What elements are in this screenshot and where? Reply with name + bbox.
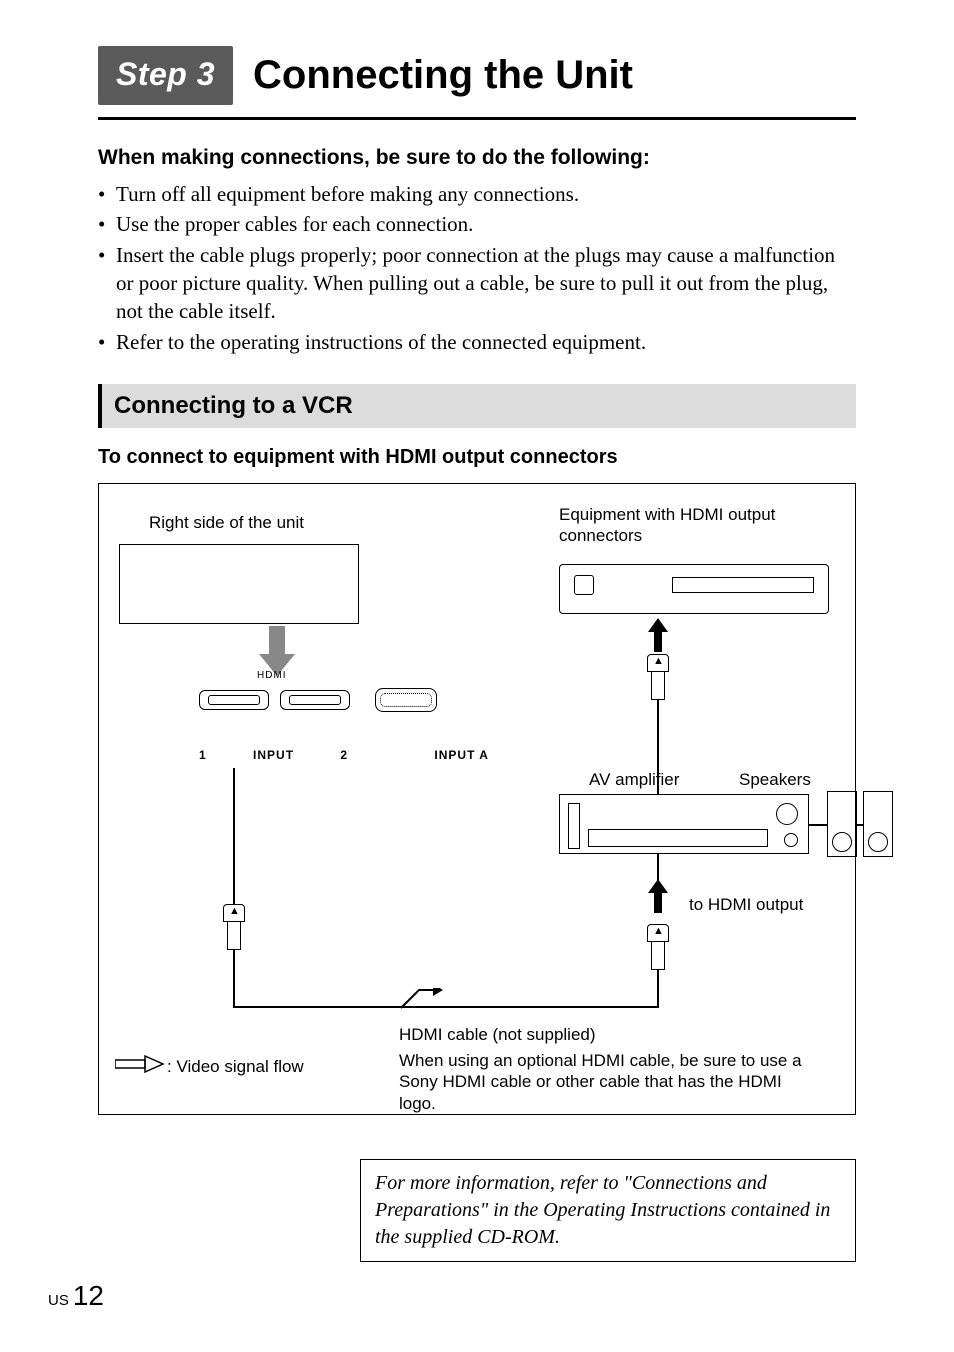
projector-icon	[119, 544, 359, 624]
intro-bullet: Insert the cable plugs properly; poor co…	[98, 241, 856, 326]
vga-port-icon	[375, 688, 437, 712]
page-number-prefix: US	[48, 1292, 69, 1309]
label-speakers: Speakers	[739, 769, 811, 790]
page-title: Connecting the Unit	[253, 53, 633, 98]
cable-icon	[233, 1006, 659, 1008]
port-label-input-a: INPUT A	[434, 748, 489, 762]
wire-icon	[809, 824, 827, 826]
label-av-amplifier: AV amplifier	[589, 769, 679, 790]
intro-bullet: Turn off all equipment before making any…	[98, 180, 856, 208]
page-number-value: 12	[73, 1280, 104, 1312]
label-signal-flow: : Video signal flow	[167, 1056, 304, 1077]
hdmi-port-1-icon	[199, 690, 269, 710]
port-labels: 1 INPUT 2 INPUT A	[199, 748, 489, 762]
projector-ports-icon: HDMI	[199, 674, 489, 744]
cable-icon	[233, 950, 235, 1006]
label-hdmi-note: When using an optional HDMI cable, be su…	[399, 1050, 819, 1114]
connection-diagram: Right side of the unit Equipment with HD…	[98, 483, 856, 1115]
arrow-up-icon	[648, 618, 668, 652]
page-number: US 12	[48, 1280, 104, 1312]
label-hdmi-cable: HDMI cable (not supplied)	[399, 1024, 596, 1045]
intro-bullet: Use the proper cables for each connectio…	[98, 210, 856, 238]
speaker-icon	[863, 791, 893, 857]
title-rule	[98, 117, 856, 120]
hdmi-plug-icon	[647, 924, 669, 970]
port-label-input: INPUT	[253, 748, 294, 762]
signal-flow-arrow-icon	[399, 988, 443, 1010]
hdmi-port-2-icon	[280, 690, 350, 710]
hdmi-plug-icon	[223, 904, 245, 950]
hdmi-logo-text: HDMI	[257, 670, 287, 683]
label-hdmi-equipment: Equipment with HDMI output connectors	[559, 504, 819, 547]
intro-bullet: Refer to the operating instructions of t…	[98, 328, 856, 356]
port-label-2: 2	[340, 748, 348, 762]
footer-note: For more information, refer to "Connecti…	[360, 1159, 856, 1262]
speaker-icon	[827, 791, 857, 857]
section-header-connecting-vcr: Connecting to a VCR	[98, 384, 856, 428]
intro-list: Turn off all equipment before making any…	[98, 180, 856, 356]
wire-icon	[857, 824, 863, 826]
section-subhead: To connect to equipment with HDMI output…	[98, 446, 856, 469]
cable-icon	[657, 970, 659, 1008]
signal-flow-legend-icon	[115, 1054, 165, 1074]
cable-icon	[233, 768, 235, 904]
cable-icon	[657, 700, 659, 794]
hdmi-source-icon	[559, 564, 829, 614]
intro-lead: When making connections, be sure to do t…	[98, 146, 856, 170]
arrow-up-icon	[648, 879, 668, 913]
av-amplifier-icon	[559, 794, 809, 854]
hdmi-plug-icon	[647, 654, 669, 700]
label-to-hdmi-output: to HDMI output	[689, 894, 803, 915]
step-badge: Step 3	[98, 46, 233, 105]
label-unit-side: Right side of the unit	[149, 512, 304, 533]
port-label-1: 1	[199, 748, 207, 762]
